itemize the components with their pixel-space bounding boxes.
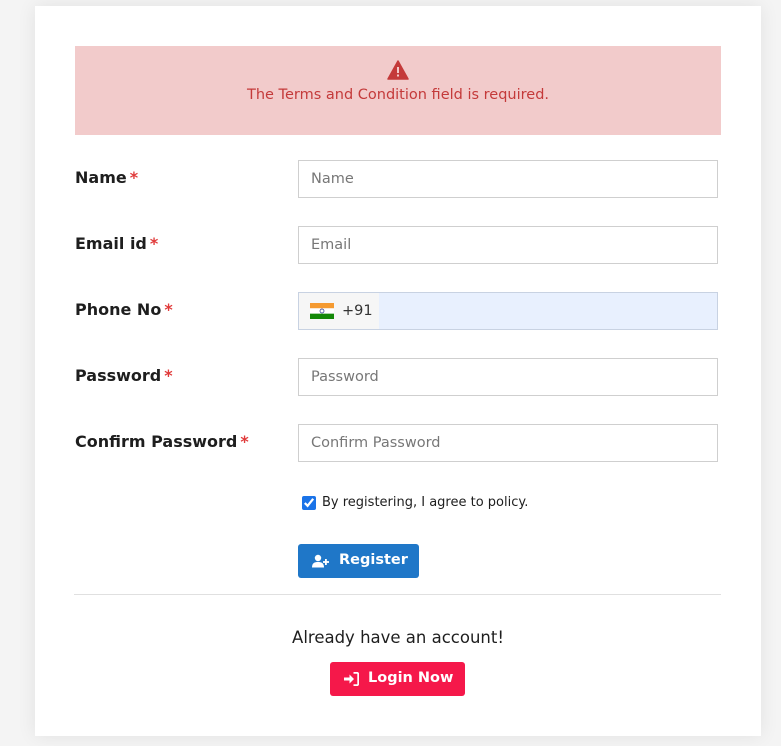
- password-row: Password *: [75, 358, 721, 396]
- agree-checkbox[interactable]: [302, 496, 316, 510]
- already-account-text: Already have an account!: [292, 628, 504, 647]
- confirm-password-label: Confirm Password *: [75, 432, 249, 451]
- confirm-password-row: Confirm Password *: [75, 424, 721, 462]
- login-now-label: Login Now: [368, 670, 454, 686]
- country-selector[interactable]: +91: [299, 293, 379, 329]
- required-marker: *: [149, 234, 159, 253]
- password-label: Password *: [75, 366, 173, 385]
- registration-card: The Terms and Condition field is require…: [35, 6, 761, 736]
- name-row: Name *: [75, 160, 721, 198]
- login-now-button[interactable]: Login Now: [330, 662, 465, 696]
- required-marker: *: [129, 168, 139, 187]
- email-input[interactable]: [298, 226, 718, 264]
- name-input[interactable]: [298, 160, 718, 198]
- password-input[interactable]: [298, 358, 718, 396]
- required-marker: *: [164, 300, 173, 319]
- sign-in-icon: [344, 672, 359, 686]
- user-plus-icon: [312, 554, 329, 568]
- dial-code: +91: [342, 303, 373, 319]
- register-button[interactable]: Register: [298, 544, 419, 578]
- warning-triangle-icon: [387, 60, 409, 80]
- register-label: Register: [339, 552, 408, 568]
- email-row: Email id *: [75, 226, 721, 264]
- phone-input[interactable]: [381, 293, 719, 331]
- name-label: Name *: [75, 168, 139, 187]
- error-alert: The Terms and Condition field is require…: [75, 46, 721, 135]
- required-marker: *: [164, 366, 173, 385]
- confirm-password-input[interactable]: [298, 424, 718, 462]
- divider: [74, 594, 721, 595]
- phone-row: Phone No * +91: [75, 292, 721, 331]
- agree-label: By registering, I agree to policy.: [322, 495, 529, 510]
- required-marker: *: [240, 432, 249, 451]
- phone-field: +91: [298, 292, 719, 331]
- error-message: The Terms and Condition field is require…: [246, 87, 550, 103]
- india-flag-icon: [310, 303, 334, 319]
- email-label: Email id *: [75, 234, 159, 253]
- phone-label: Phone No *: [75, 300, 173, 319]
